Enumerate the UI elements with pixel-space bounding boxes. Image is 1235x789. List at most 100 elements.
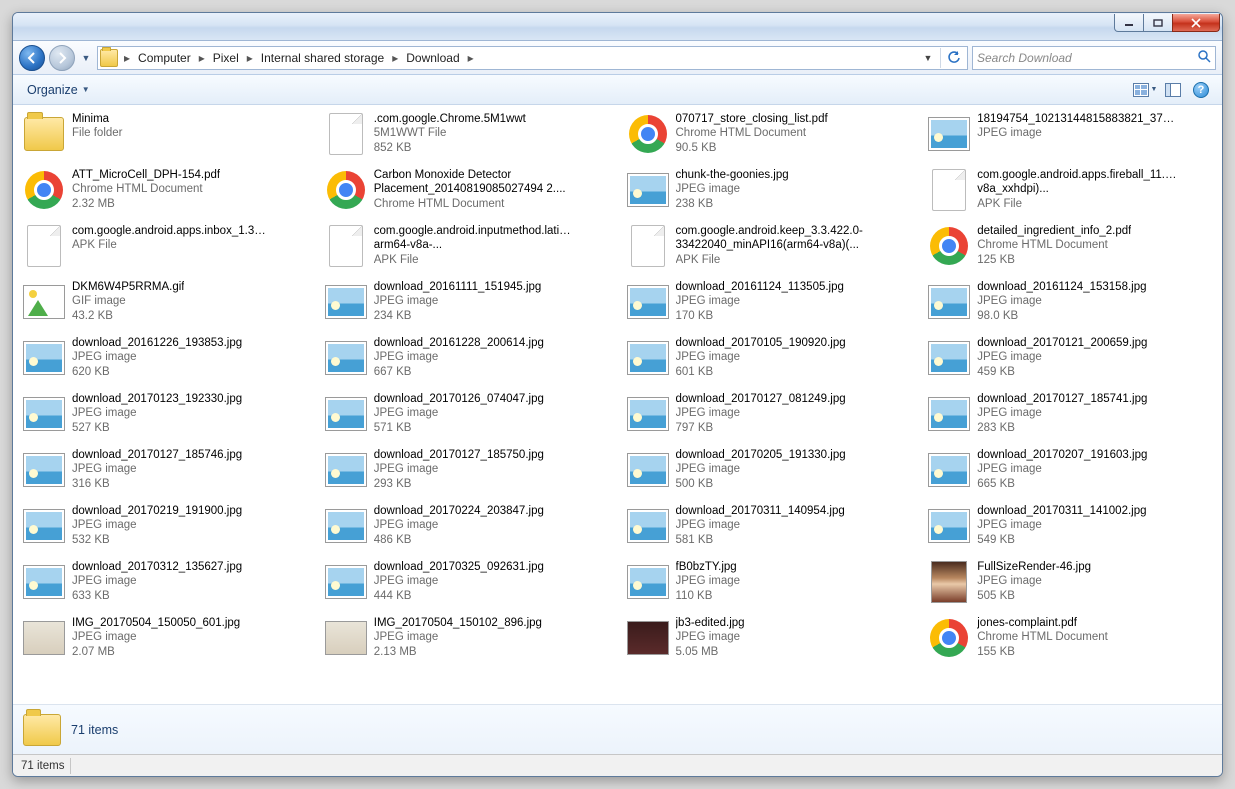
file-item[interactable]: download_20170205_191330.jpgJPEG image50…: [623, 445, 921, 501]
file-item[interactable]: download_20170312_135627.jpgJPEG image63…: [19, 557, 317, 613]
breadcrumb-item[interactable]: Pixel: [209, 49, 243, 67]
file-item[interactable]: download_20170325_092631.jpgJPEG image44…: [321, 557, 619, 613]
file-item[interactable]: download_20170127_081249.jpgJPEG image79…: [623, 389, 921, 445]
view-icon: [1133, 83, 1149, 97]
file-item[interactable]: download_20161124_153158.jpgJPEG image98…: [924, 277, 1222, 333]
file-type: JPEG image: [977, 126, 1177, 140]
file-item[interactable]: download_20170126_074047.jpgJPEG image57…: [321, 389, 619, 445]
refresh-button[interactable]: [945, 49, 963, 67]
file-item[interactable]: 18194754_10213144815883821_3769698132894…: [924, 109, 1222, 165]
breadcrumb-item[interactable]: Internal shared storage: [257, 49, 388, 67]
file-size: 527 KB: [72, 421, 242, 435]
file-type: Chrome HTML Document: [72, 182, 220, 196]
image-thumbnail: [325, 621, 367, 655]
breadcrumb-item[interactable]: Download: [402, 49, 463, 67]
file-item[interactable]: download_20170224_203847.jpgJPEG image48…: [321, 501, 619, 557]
file-item[interactable]: download_20170127_185746.jpgJPEG image31…: [19, 445, 317, 501]
image-icon: [325, 397, 367, 431]
explorer-window: ▼ ▸ Computer ▸ Pixel ▸ Internal shared s…: [12, 12, 1223, 777]
file-item[interactable]: download_20170311_140954.jpgJPEG image58…: [623, 501, 921, 557]
file-name: 070717_store_closing_list.pdf: [676, 112, 828, 126]
back-button[interactable]: [19, 45, 45, 71]
address-bar[interactable]: ▸ Computer ▸ Pixel ▸ Internal shared sto…: [97, 46, 968, 70]
file-size: 532 KB: [72, 533, 242, 547]
file-item[interactable]: detailed_ingredient_info_2.pdfChrome HTM…: [924, 221, 1222, 277]
file-name: Minima: [72, 112, 123, 126]
close-button[interactable]: [1172, 14, 1220, 32]
file-grid[interactable]: MinimaFile folder.com.google.Chrome.5M1w…: [13, 105, 1222, 704]
breadcrumb-sep: ▸: [245, 51, 255, 65]
file-item[interactable]: download_20161226_193853.jpgJPEG image62…: [19, 333, 317, 389]
file-item[interactable]: com.google.android.apps.inbox_1.35_(1388…: [19, 221, 317, 277]
file-name: IMG_20170504_150102_896.jpg: [374, 616, 542, 630]
file-item[interactable]: fB0bzTY.jpgJPEG image110 KB: [623, 557, 921, 613]
file-name: download_20170127_185750.jpg: [374, 448, 544, 462]
file-item[interactable]: download_20161111_151945.jpgJPEG image23…: [321, 277, 619, 333]
file-type: JPEG image: [374, 462, 544, 476]
chevron-down-icon: ▼: [82, 85, 90, 94]
file-item[interactable]: FullSizeRender-46.jpgJPEG image505 KB: [924, 557, 1222, 613]
file-name: download_20161111_151945.jpg: [374, 280, 542, 294]
minimize-button[interactable]: [1114, 14, 1144, 32]
file-item[interactable]: com.google.android.keep_3.3.422.0-334220…: [623, 221, 921, 277]
maximize-button[interactable]: [1143, 14, 1173, 32]
file-item[interactable]: DKM6W4P5RRMA.gifGIF image43.2 KB: [19, 277, 317, 333]
image-icon: [627, 173, 669, 207]
organize-menu[interactable]: Organize ▼: [21, 80, 96, 100]
file-item[interactable]: download_20170127_185750.jpgJPEG image29…: [321, 445, 619, 501]
titlebar: [13, 13, 1222, 41]
breadcrumb-item[interactable]: Computer: [134, 49, 195, 67]
search-input[interactable]: Search Download: [972, 46, 1216, 70]
file-size: 98.0 KB: [977, 309, 1146, 323]
file-item[interactable]: com.google.android.inputmethod.latin_6.0…: [321, 221, 619, 277]
file-item[interactable]: IMG_20170504_150050_601.jpgJPEG image2.0…: [19, 613, 317, 669]
file-item[interactable]: Carbon Monoxide Detector Placement_20140…: [321, 165, 619, 221]
folder-icon: [24, 117, 64, 151]
file-item[interactable]: ATT_MicroCell_DPH-154.pdfChrome HTML Doc…: [19, 165, 317, 221]
image-icon: [627, 285, 669, 319]
file-item[interactable]: download_20170207_191603.jpgJPEG image66…: [924, 445, 1222, 501]
file-size: 170 KB: [676, 309, 844, 323]
view-button[interactable]: ▼: [1132, 79, 1158, 101]
file-type: Chrome HTML Document: [374, 197, 574, 211]
toolbar: Organize ▼ ▼ ?: [13, 75, 1222, 105]
gif-icon: [23, 285, 65, 319]
file-name: download_20170325_092631.jpg: [374, 560, 544, 574]
file-item[interactable]: download_20170105_190920.jpgJPEG image60…: [623, 333, 921, 389]
file-item[interactable]: .com.google.Chrome.5M1wwt5M1WWT File852 …: [321, 109, 619, 165]
file-item[interactable]: download_20161228_200614.jpgJPEG image66…: [321, 333, 619, 389]
file-size: 797 KB: [676, 421, 846, 435]
file-item[interactable]: 070717_store_closing_list.pdfChrome HTML…: [623, 109, 921, 165]
file-item[interactable]: download_20170127_185741.jpgJPEG image28…: [924, 389, 1222, 445]
file-name: download_20170105_190920.jpg: [676, 336, 846, 350]
file-item[interactable]: jones-complaint.pdfChrome HTML Document1…: [924, 613, 1222, 669]
address-history-dropdown[interactable]: ▼: [920, 53, 936, 63]
file-item[interactable]: jb3-edited.jpgJPEG image5.05 MB: [623, 613, 921, 669]
history-dropdown[interactable]: ▼: [79, 45, 93, 71]
nav-row: ▼ ▸ Computer ▸ Pixel ▸ Internal shared s…: [13, 41, 1222, 75]
file-name: jb3-edited.jpg: [676, 616, 745, 630]
file-size: 125 KB: [977, 253, 1131, 267]
file-item[interactable]: MinimaFile folder: [19, 109, 317, 165]
file-item[interactable]: chunk-the-goonies.jpgJPEG image238 KB: [623, 165, 921, 221]
file-size: 110 KB: [676, 589, 741, 603]
file-item[interactable]: com.google.android.apps.fireball_11.0.02…: [924, 165, 1222, 221]
preview-pane-button[interactable]: [1160, 79, 1186, 101]
forward-button[interactable]: [49, 45, 75, 71]
file-item[interactable]: download_20170219_191900.jpgJPEG image53…: [19, 501, 317, 557]
file-size: 2.32 MB: [72, 197, 220, 211]
help-button[interactable]: ?: [1188, 79, 1214, 101]
status-text: 71 items: [21, 760, 64, 772]
file-type: JPEG image: [72, 630, 240, 644]
file-size: 90.5 KB: [676, 141, 828, 155]
file-size: 444 KB: [374, 589, 544, 603]
file-type: Chrome HTML Document: [977, 238, 1131, 252]
file-size: 571 KB: [374, 421, 544, 435]
file-item[interactable]: IMG_20170504_150102_896.jpgJPEG image2.1…: [321, 613, 619, 669]
file-item[interactable]: download_20161124_113505.jpgJPEG image17…: [623, 277, 921, 333]
file-item[interactable]: download_20170121_200659.jpgJPEG image45…: [924, 333, 1222, 389]
file-name: download_20170126_074047.jpg: [374, 392, 544, 406]
file-size: 459 KB: [977, 365, 1147, 379]
file-item[interactable]: download_20170123_192330.jpgJPEG image52…: [19, 389, 317, 445]
file-item[interactable]: download_20170311_141002.jpgJPEG image54…: [924, 501, 1222, 557]
